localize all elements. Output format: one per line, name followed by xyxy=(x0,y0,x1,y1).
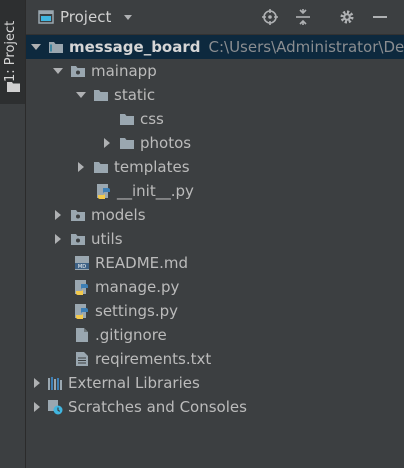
chevron-down-icon[interactable] xyxy=(30,41,42,53)
tree-row-init-py[interactable]: __init__.py xyxy=(26,179,404,203)
tree-row-settings-py[interactable]: settings.py xyxy=(26,299,404,323)
scratches-icon xyxy=(48,400,63,415)
project-tool-tab[interactable]: 1: Project xyxy=(0,0,25,104)
tree-row-manage-py[interactable]: manage.py xyxy=(26,275,404,299)
chevron-down-icon[interactable] xyxy=(52,65,64,77)
tree-item-label: Scratches and Consoles xyxy=(68,398,247,416)
folder-icon xyxy=(71,210,85,221)
tree-item-label: README.md xyxy=(95,254,189,272)
chevron-right-icon[interactable] xyxy=(31,377,43,389)
folder-icon xyxy=(71,234,85,245)
tree-item-label: manage.py xyxy=(95,278,180,296)
gear-icon[interactable] xyxy=(338,8,356,26)
tree-item-label: css xyxy=(140,110,164,128)
tree-item-label: photos xyxy=(140,134,192,152)
python-file-icon xyxy=(75,304,88,319)
tree-row-requirements[interactable]: reqirements.txt xyxy=(26,347,404,371)
tree-row-photos[interactable]: photos xyxy=(26,131,404,155)
chevron-down-icon xyxy=(124,15,133,20)
project-panel-header: Project xyxy=(26,0,404,35)
tree-item-label: static xyxy=(114,86,156,104)
folder-icon xyxy=(7,82,20,92)
collapse-all-icon[interactable] xyxy=(294,8,312,26)
project-view-selector[interactable]: Project xyxy=(38,8,133,26)
chevron-right-icon[interactable] xyxy=(31,401,43,413)
tree-row-message-board[interactable]: message_board C:\Users\Administrator\Des xyxy=(26,35,404,59)
locate-icon[interactable] xyxy=(261,8,279,26)
folder-icon xyxy=(94,162,108,173)
svg-text:MD: MD xyxy=(78,264,86,270)
folder-icon xyxy=(120,114,134,125)
tree-item-label: External Libraries xyxy=(68,374,200,392)
tree-item-label: settings.py xyxy=(95,302,178,320)
tree-row-mainapp[interactable]: mainapp xyxy=(26,59,404,83)
project-tree: message_board C:\Users\Administrator\Des… xyxy=(26,35,404,468)
hide-icon[interactable] xyxy=(371,8,389,26)
tree-row-readme[interactable]: MD README.md xyxy=(26,251,404,275)
tree-item-label: mainapp xyxy=(91,62,157,80)
folder-icon xyxy=(94,90,108,101)
folder-icon xyxy=(49,42,63,53)
panel-title: Project xyxy=(60,8,112,26)
project-window-icon xyxy=(38,10,54,24)
tree-item-label: .gitignore xyxy=(95,326,167,344)
tree-item-label: reqirements.txt xyxy=(95,350,212,368)
chevron-right-icon[interactable] xyxy=(75,161,87,173)
library-icon xyxy=(48,377,62,390)
tree-row-gitignore[interactable]: .gitignore xyxy=(26,323,404,347)
folder-icon xyxy=(120,138,134,149)
tree-row-css[interactable]: css xyxy=(26,107,404,131)
project-path: C:\Users\Administrator\Des xyxy=(208,38,404,56)
tree-row-static[interactable]: static xyxy=(26,83,404,107)
tree-item-label: templates xyxy=(114,158,190,176)
text-file-icon xyxy=(76,352,88,366)
tree-item-label: __init__.py xyxy=(117,182,194,200)
chevron-down-icon[interactable] xyxy=(75,89,87,101)
tool-window-strip: 1: Project xyxy=(0,0,26,468)
project-tool-tab-label: 1: Project xyxy=(3,20,18,82)
tree-row-templates[interactable]: templates xyxy=(26,155,404,179)
markdown-file-icon: MD xyxy=(75,256,89,270)
python-file-icon xyxy=(97,184,110,199)
chevron-right-icon[interactable] xyxy=(52,209,64,221)
folder-icon xyxy=(71,66,85,77)
tree-row-scratches[interactable]: Scratches and Consoles xyxy=(26,395,404,419)
tree-row-utils[interactable]: utils xyxy=(26,227,404,251)
chevron-right-icon[interactable] xyxy=(101,137,113,149)
tree-row-external-libraries[interactable]: External Libraries xyxy=(26,371,404,395)
tree-row-models[interactable]: models xyxy=(26,203,404,227)
tree-item-label: message_board xyxy=(69,38,201,56)
text-file-icon xyxy=(76,328,88,342)
python-file-icon xyxy=(75,280,88,295)
chevron-right-icon[interactable] xyxy=(52,233,64,245)
tree-item-label: models xyxy=(91,206,146,224)
tree-item-label: utils xyxy=(91,230,123,248)
